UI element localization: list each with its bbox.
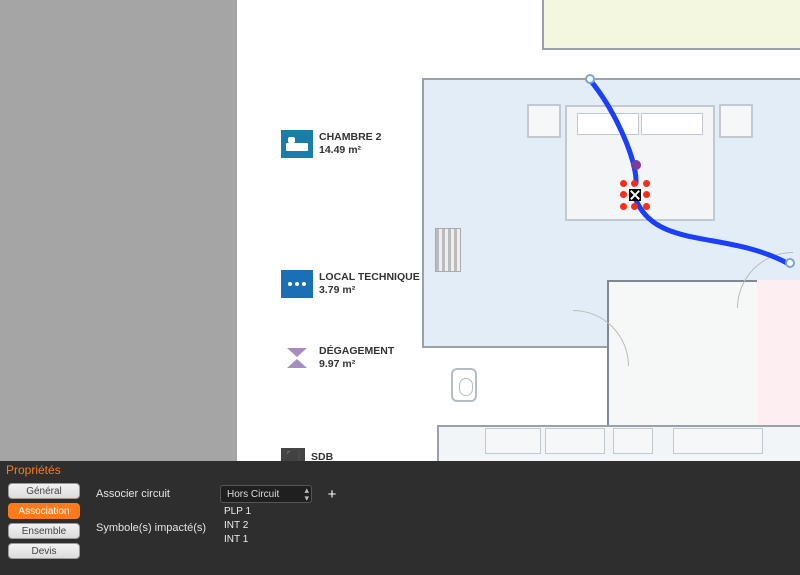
hourglass-icon [279, 342, 315, 374]
nightstand[interactable] [527, 104, 561, 138]
associate-circuit-label: Associer circuit [96, 488, 208, 500]
resize-handle[interactable] [643, 203, 650, 210]
room-area: 9.97 m² [319, 358, 394, 371]
floorplan-canvas[interactable]: CHAMBRE 2 14.49 m² LOCAL TECHNIQUE 3.79 … [237, 0, 800, 461]
resize-handle[interactable] [631, 203, 638, 210]
resize-handle[interactable] [643, 191, 650, 198]
panel-title: Propriétés [6, 463, 61, 477]
resize-handle[interactable] [643, 180, 650, 187]
room-name: LOCAL TECHNIQUE [319, 271, 420, 284]
tab-association[interactable]: Association [8, 503, 80, 519]
tab-devis[interactable]: Devis [8, 543, 80, 559]
room-area: 14.49 m² [319, 144, 381, 157]
fixture [545, 428, 605, 454]
resize-handle[interactable] [631, 180, 638, 187]
panel-tabs: Général Association Ensemble Devis [8, 483, 80, 559]
impacted-symbols-label: Symbole(s) impacté(s) [96, 522, 208, 534]
room-label-degagement[interactable]: DÉGAGEMENT 9.97 m² [279, 342, 394, 374]
resize-handle[interactable] [620, 180, 627, 187]
fixture [613, 428, 653, 454]
nightstand[interactable] [719, 104, 753, 138]
impacted-item: PLP 1 [224, 505, 251, 519]
room-label-sdb[interactable]: ⬛ SDB [279, 446, 333, 461]
toilet[interactable] [451, 368, 477, 402]
bed-icon [279, 128, 315, 160]
pillow [577, 113, 639, 135]
close-icon [629, 189, 641, 201]
resize-handle[interactable] [620, 191, 627, 198]
tab-ensemble[interactable]: Ensemble [8, 523, 80, 539]
wire-endpoint[interactable] [585, 74, 595, 84]
room-name: DÉGAGEMENT [319, 345, 394, 358]
circuit-select[interactable]: Hors Circuit [220, 485, 312, 503]
properties-panel: Propriétés Général Association Ensemble … [0, 461, 800, 575]
room-label-local-technique[interactable]: LOCAL TECHNIQUE 3.79 m² [279, 268, 420, 300]
resize-handle[interactable] [620, 203, 627, 210]
impacted-symbols-list: PLP 1 INT 2 INT 1 [224, 505, 251, 547]
dots-icon [279, 268, 315, 300]
room-name: SDB [311, 451, 333, 461]
selected-node[interactable] [623, 183, 647, 207]
add-circuit-button[interactable]: + [324, 486, 340, 502]
impacted-item: INT 2 [224, 519, 251, 533]
electrical-symbol[interactable] [631, 160, 641, 170]
room-label-chambre2[interactable]: CHAMBRE 2 14.49 m² [279, 128, 381, 160]
room-area: 3.79 m² [319, 284, 420, 297]
bath-icon: ⬛ [279, 446, 307, 461]
impacted-item: INT 1 [224, 533, 251, 547]
room-name: CHAMBRE 2 [319, 131, 381, 144]
fixture [485, 428, 541, 454]
wire-endpoint[interactable] [785, 258, 795, 268]
left-sidebar [0, 0, 237, 461]
fixture [673, 428, 763, 454]
wall-hatch [435, 228, 461, 272]
tab-general[interactable]: Général [8, 483, 80, 499]
room-outline [542, 0, 800, 50]
pillow [641, 113, 703, 135]
